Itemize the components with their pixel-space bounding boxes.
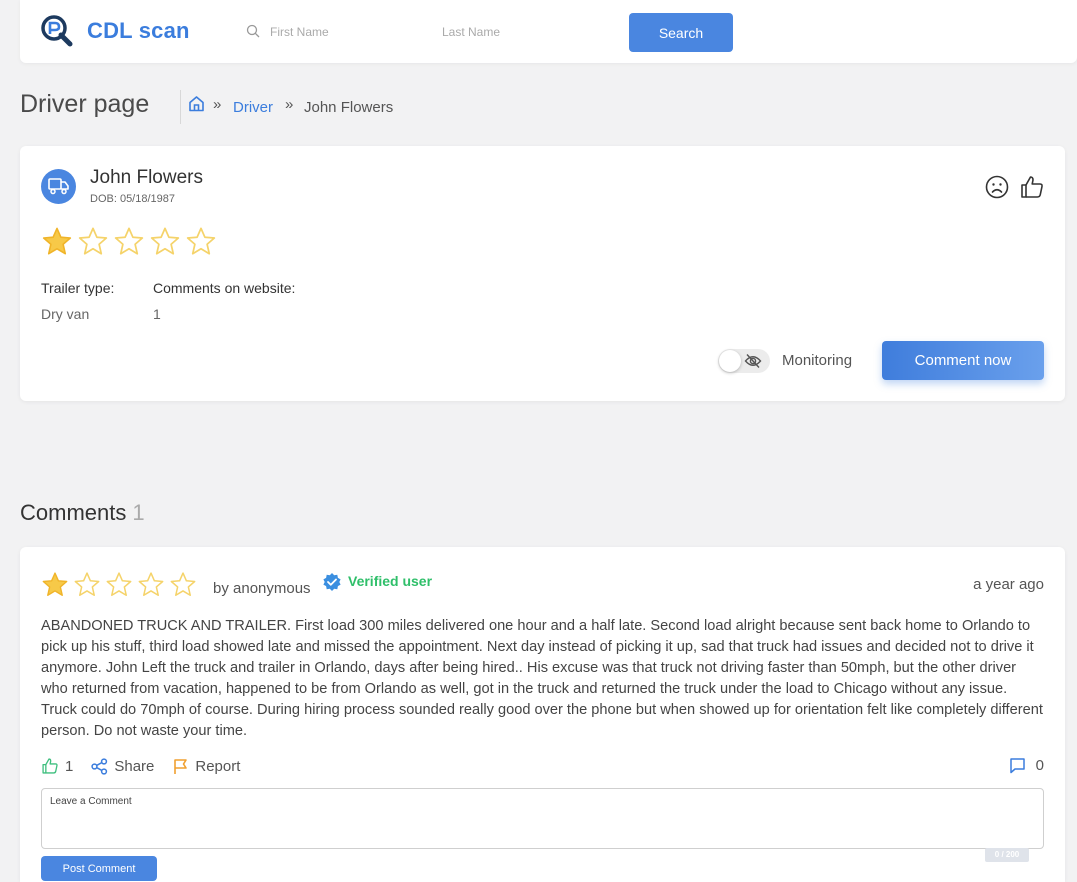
driver-name: John Flowers [90,167,203,188]
comment-author: by anonymous [213,580,311,597]
share-icon [91,757,108,775]
avatar [41,169,76,204]
eye-off-icon [744,354,762,368]
comment-share-button[interactable]: Share [91,758,154,775]
search-icon [246,24,260,38]
thumbs-up-icon [42,758,58,774]
star-empty-icon [138,572,164,597]
char-counter: 0 / 200 [985,848,1029,862]
comments-on-website-label: Comments on website: [153,280,296,296]
logo-text[interactable]: CDL scan [87,18,190,44]
title-divider [180,90,181,124]
post-comment-button[interactable]: Post Comment [41,856,157,881]
toggle-knob [719,350,741,372]
star-empty-icon [78,227,108,255]
breadcrumb-separator: » [285,96,294,113]
comments-count: 1 [132,500,145,525]
breadcrumb-driver-link[interactable]: Driver [233,99,273,116]
search-button[interactable]: Search [629,13,733,52]
top-header: CDL scan Search [20,0,1077,63]
reply-count-button[interactable]: 0 [1009,757,1044,774]
star-empty-icon [106,572,132,597]
share-label: Share [114,757,155,775]
page-title: Driver page [20,90,150,118]
monitoring-toggle[interactable] [718,349,770,373]
thumbs-up-icon[interactable] [1019,174,1045,200]
leave-comment-textarea[interactable] [50,811,1035,845]
driver-dob: DOB: 05/18/1987 [90,193,176,205]
star-empty-icon [186,227,216,255]
comment-rating-stars [41,571,201,599]
logo-icon[interactable] [40,14,74,48]
star-filled-icon [42,227,72,255]
report-label: Report [195,757,241,775]
comment-actions: 1 Share Report [41,757,240,775]
star-empty-icon [150,227,180,255]
comments-heading: Comments 1 [20,500,145,526]
comment-now-button[interactable]: Comment now [882,341,1044,380]
truck-icon [48,178,69,195]
comment-card: by anonymous Verified user a year ago AB… [20,547,1065,882]
flag-icon [174,758,188,774]
trailer-type-value: Dry van [41,306,90,322]
verified-badge-icon [323,573,341,591]
comment-time: a year ago [973,576,1044,593]
star-empty-icon [170,572,196,597]
like-count: 1 [65,757,74,775]
star-empty-icon [114,227,144,255]
monitoring-label: Monitoring [782,352,853,369]
home-icon[interactable] [188,95,205,112]
driver-rating-stars [41,226,221,258]
star-filled-icon [42,572,68,596]
breadcrumb-current: John Flowers [304,99,394,116]
breadcrumb-separator: » [213,96,222,113]
comments-heading-label: Comments [20,500,127,525]
comments-on-website-value: 1 [153,306,161,322]
sad-face-icon[interactable] [985,175,1009,199]
first-name-input[interactable] [270,22,420,42]
comment-report-button[interactable]: Report [172,758,240,775]
trailer-type-label: Trailer type: [41,280,115,296]
last-name-input[interactable] [442,22,592,42]
reply-count: 0 [1035,757,1044,774]
comment-bubble-icon [1009,758,1025,774]
leave-comment-box[interactable]: Leave a Comment [41,788,1044,849]
comment-body: ABANDONED TRUCK AND TRAILER. First load … [41,618,1043,739]
comment-like-button[interactable]: 1 [41,757,73,775]
driver-card: John Flowers DOB: 05/18/1987 Trailer typ… [20,146,1065,401]
star-empty-icon [74,572,100,597]
verified-user-label: Verified user [348,573,433,589]
leave-comment-label: Leave a Comment [50,796,132,807]
